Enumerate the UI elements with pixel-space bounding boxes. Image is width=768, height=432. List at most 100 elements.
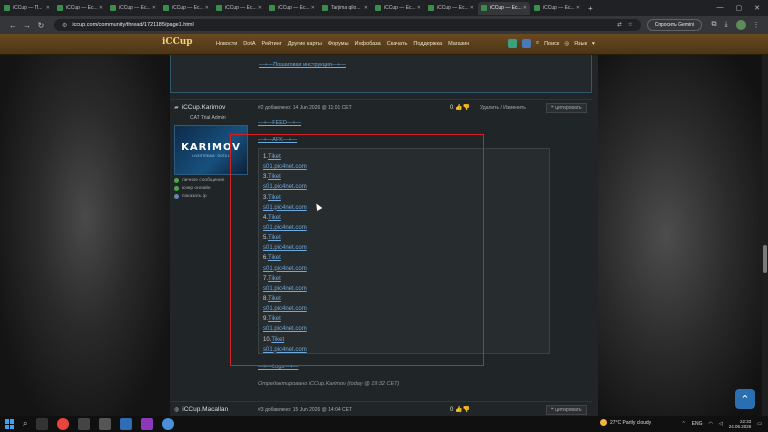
page-scrollbar[interactable]: [762, 55, 768, 416]
nav-link[interactable]: Магазин: [448, 41, 469, 47]
post-actions[interactable]: Удалить / Изменить: [480, 105, 526, 111]
ticket-host-link[interactable]: s01.pic4net.com: [263, 184, 307, 190]
ticket-host-link[interactable]: s01.pic4net.com: [263, 225, 307, 231]
browser-tab[interactable]: iCCup — Ес... ✕: [425, 2, 477, 15]
nav-link[interactable]: Инфобаза: [355, 41, 381, 47]
wifi-icon[interactable]: ◠: [709, 421, 713, 427]
globe-icon[interactable]: ◎: [564, 41, 569, 47]
ticket-host-link[interactable]: s01.pic4net.com: [263, 205, 307, 211]
browser-tab[interactable]: iCCup — Ес... ✕: [160, 2, 212, 15]
chrome-icon[interactable]: [57, 418, 70, 430]
ticket-link[interactable]: Tiket: [271, 337, 284, 343]
weather-widget[interactable]: 27°C Partly cloudy: [600, 419, 651, 426]
author-name[interactable]: iCCup.Macallan: [182, 406, 228, 413]
url-input[interactable]: ⚙ iccup.com/community/thread/1721185/pag…: [54, 19, 641, 31]
site-logo[interactable]: iCCup: [162, 37, 193, 47]
task-view-icon[interactable]: [36, 418, 49, 430]
quote-button[interactable]: ❝ цитировать: [546, 405, 587, 415]
app-icon[interactable]: [508, 39, 517, 48]
volume-icon[interactable]: ◁: [719, 421, 723, 427]
search-link[interactable]: Поиск: [544, 41, 559, 47]
close-window-icon[interactable]: ✕: [754, 4, 760, 12]
ticket-link[interactable]: Tiket: [268, 316, 281, 322]
ticket-host-link[interactable]: s01.pic4net.com: [263, 306, 307, 312]
author-name[interactable]: iCCup.Karimov: [182, 104, 226, 111]
tab-close-icon[interactable]: ✕: [417, 5, 421, 11]
ticket-host-link[interactable]: s01.pic4net.com: [263, 326, 307, 332]
tab-close-icon[interactable]: ✕: [205, 5, 209, 11]
tab-close-icon[interactable]: ✕: [364, 5, 368, 11]
app-icon[interactable]: [78, 418, 91, 430]
ask-gemini-button[interactable]: Спросить Gemini: [646, 19, 702, 31]
reload-icon[interactable]: ↻: [34, 21, 48, 30]
browser-tab[interactable]: iCCup — Ес... ✕: [478, 1, 530, 15]
ticket-link[interactable]: Tiket: [268, 296, 281, 302]
downloads-icon[interactable]: ⤓: [720, 21, 732, 29]
app-icon[interactable]: [141, 418, 154, 430]
app-icon[interactable]: [162, 418, 175, 430]
ticket-link[interactable]: Tiket: [268, 255, 281, 261]
tab-close-icon[interactable]: ✕: [152, 5, 156, 11]
nav-link[interactable]: Новости: [216, 41, 237, 47]
ticket-link[interactable]: Tiket: [268, 276, 281, 282]
nav-link[interactable]: Поддержка: [413, 41, 442, 47]
nav-link[interactable]: DotA: [243, 41, 255, 47]
user-icon[interactable]: [522, 39, 531, 48]
browser-tab[interactable]: Tarjima qilo... ✕: [319, 2, 371, 15]
ticket-link[interactable]: Tiket: [268, 174, 281, 180]
translate-icon[interactable]: ⇄: [617, 22, 622, 28]
show-ip-link[interactable]: показать ip: [174, 194, 224, 199]
browser-tab[interactable]: iCCup — Ес... ✕: [213, 2, 265, 15]
extensions-icon[interactable]: ⧉: [708, 21, 720, 29]
feed-link[interactable]: —+—FEED—+—: [258, 120, 301, 126]
browser-tab[interactable]: iCCup — Ес... ✕: [372, 2, 424, 15]
new-tab-button[interactable]: +: [588, 4, 593, 13]
tab-close-icon[interactable]: ✕: [576, 5, 580, 11]
back-icon[interactable]: ←: [6, 21, 20, 30]
tab-close-icon[interactable]: ✕: [46, 5, 50, 11]
ticket-link[interactable]: Tiket: [268, 215, 281, 221]
logs-link[interactable]: —+—Logs—+—: [258, 364, 298, 370]
notifications-icon[interactable]: ▭: [757, 421, 762, 427]
ticket-host-link[interactable]: s01.pic4net.com: [263, 164, 307, 170]
clock[interactable]: 22:33 24.06.2026: [729, 419, 752, 430]
windows-start-icon[interactable]: [5, 419, 15, 429]
tab-close-icon[interactable]: ✕: [311, 5, 315, 11]
tray-chevron-icon[interactable]: ⌃: [681, 421, 685, 427]
app-icon[interactable]: [99, 418, 112, 430]
language-indicator[interactable]: ENG: [692, 421, 703, 427]
browser-tab[interactable]: iCCup — Ес... ✕: [266, 2, 318, 15]
site-info-icon[interactable]: ⚙: [62, 22, 67, 29]
minimize-icon[interactable]: —: [717, 4, 724, 12]
thumbs-up-icon[interactable]: 👍: [455, 407, 462, 413]
ticket-link[interactable]: Tiket: [268, 235, 281, 241]
ticket-host-link[interactable]: s01.pic4net.com: [263, 286, 307, 292]
taskbar-search-icon[interactable]: ⌕: [23, 419, 27, 429]
ticket-host-link[interactable]: s01.pic4net.com: [263, 245, 307, 251]
ticket-link[interactable]: Tiket: [268, 154, 281, 160]
nav-link[interactable]: Рейтинг: [262, 41, 282, 47]
tab-close-icon[interactable]: ✕: [523, 5, 527, 11]
browser-tab[interactable]: iCCup — П... ✕: [1, 2, 53, 15]
thumbs-down-icon[interactable]: 👎: [463, 407, 470, 413]
tab-close-icon[interactable]: ✕: [99, 5, 103, 11]
scroll-to-top-button[interactable]: ⌃: [735, 389, 755, 409]
afk-spoiler-toggle[interactable]: —+—AFK—+—: [258, 137, 297, 143]
maximize-icon[interactable]: ▢: [736, 4, 743, 12]
nav-link[interactable]: Форумы: [328, 41, 349, 47]
ticket-link[interactable]: Tiket: [268, 195, 281, 201]
thumbs-down-icon[interactable]: 👎: [463, 105, 470, 111]
nav-link[interactable]: Скачать: [387, 41, 408, 47]
nav-link[interactable]: Другие карты: [288, 41, 322, 47]
user-online-link[interactable]: юзер онлайн: [174, 186, 224, 191]
quote-button[interactable]: ❝ цитировать: [546, 103, 587, 113]
scrollbar-thumb[interactable]: [763, 245, 767, 273]
ticket-host-link[interactable]: s01.pic4net.com: [263, 347, 307, 353]
profile-avatar[interactable]: [736, 20, 746, 30]
bookmark-star-icon[interactable]: ☆: [628, 22, 633, 28]
menu-icon[interactable]: ⋮: [750, 21, 762, 29]
browser-tab[interactable]: iCCup — Ес... ✕: [54, 2, 106, 15]
private-message-link[interactable]: личное сообщение: [174, 178, 224, 183]
instruction-link[interactable]: —+—Пошаговая инструкция—+—: [259, 62, 346, 68]
tab-close-icon[interactable]: ✕: [470, 5, 474, 11]
